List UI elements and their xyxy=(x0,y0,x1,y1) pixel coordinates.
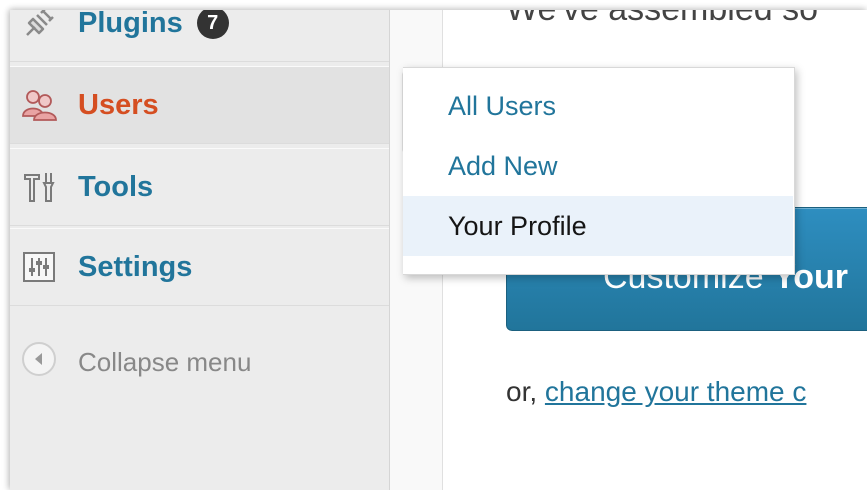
change-theme-line: or, change your theme c xyxy=(506,376,806,408)
collapse-arrow-icon xyxy=(22,342,56,376)
settings-icon xyxy=(20,248,58,286)
sidebar-item-label: Plugins xyxy=(78,10,183,39)
collapse-menu-label: Collapse menu xyxy=(78,347,252,377)
submenu-item-all-users[interactable]: All Users xyxy=(403,76,793,136)
collapse-menu-button[interactable]: Collapse menu xyxy=(10,318,389,398)
sidebar-item-label: Tools xyxy=(78,170,154,203)
alt-prefix: or, xyxy=(506,376,538,407)
welcome-intro-text: We've assembled so xyxy=(506,10,818,36)
update-count-badge: 7 xyxy=(196,10,229,39)
submenu-item-add-new[interactable]: Add New xyxy=(403,136,793,196)
change-theme-link[interactable]: change your theme c xyxy=(545,376,807,407)
tools-icon xyxy=(20,168,58,206)
sidebar-item-tools[interactable]: Tools xyxy=(10,148,389,226)
users-submenu: All Users Add New Your Profile xyxy=(403,67,795,275)
admin-sidebar: Plugins 7 Users Tools Settings Collapse … xyxy=(10,10,390,490)
submenu-item-your-profile[interactable]: Your Profile xyxy=(403,196,793,256)
plugin-icon xyxy=(20,10,58,42)
sidebar-item-settings[interactable]: Settings xyxy=(10,228,389,306)
admin-frame: Plugins 7 Users Tools Settings Collapse … xyxy=(10,10,867,490)
sidebar-item-label: Settings xyxy=(78,250,193,283)
sidebar-item-users[interactable]: Users xyxy=(10,66,389,144)
sidebar-item-label: Users xyxy=(78,88,159,121)
users-icon xyxy=(20,86,58,124)
sidebar-item-plugins[interactable]: Plugins 7 xyxy=(10,10,389,62)
